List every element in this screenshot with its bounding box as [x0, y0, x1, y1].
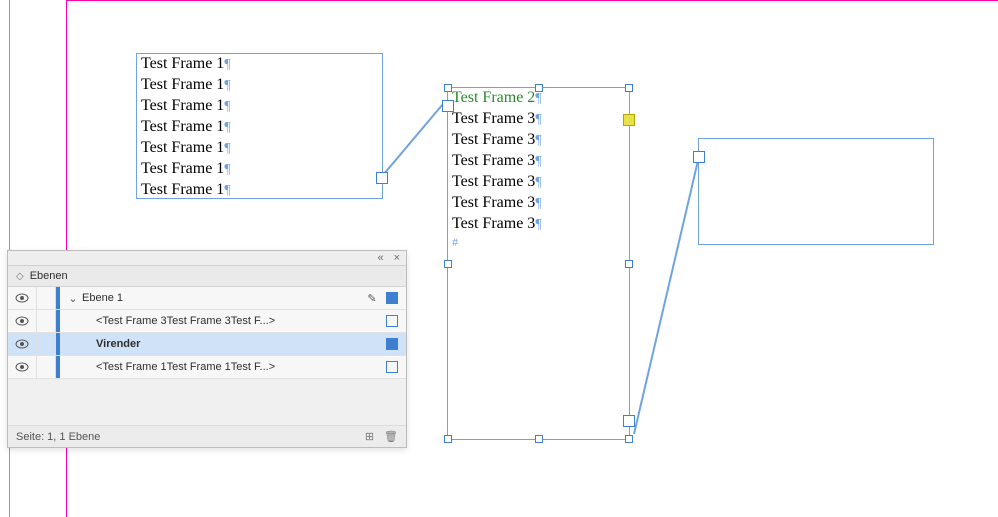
delete-layer-button[interactable]: 🗑 — [384, 430, 398, 443]
pilcrow-icon: ¶ — [535, 154, 541, 169]
panel-footer-status: Seite: 1, 1 Ebene — [16, 431, 100, 443]
pilcrow-icon: ¶ — [224, 183, 230, 198]
frame2-line: Test Frame 3¶ — [448, 172, 629, 193]
layer-color-swatch — [56, 356, 60, 378]
layer-row-ebene-1[interactable]: ⌄ Ebene 1 ✎ — [8, 287, 406, 310]
panel-footer: Seite: 1, 1 Ebene ⊞ 🗑 — [8, 426, 406, 447]
out-port-overset-icon[interactable] — [623, 114, 635, 126]
frame2-line: Test Frame 3¶ — [448, 214, 629, 235]
visibility-toggle[interactable] — [8, 287, 37, 309]
layer-item-row[interactable]: <Test Frame 1Test Frame 1Test F...> — [8, 356, 406, 379]
selection-handle[interactable] — [535, 84, 543, 92]
layer-item-name[interactable]: <Test Frame 3Test Frame 3Test F...> — [96, 315, 386, 327]
text-frame-3[interactable] — [698, 138, 934, 245]
layer-color-swatch — [56, 287, 60, 309]
frame1-line: Test Frame 1¶ — [137, 96, 382, 117]
frame1-line: Test Frame 1¶ — [137, 117, 382, 138]
lock-toggle[interactable] — [37, 310, 56, 332]
lock-toggle[interactable] — [37, 287, 56, 309]
lock-toggle[interactable] — [37, 333, 56, 355]
frame2-line: Test Frame 3¶ — [448, 130, 629, 151]
pilcrow-icon: ¶ — [535, 175, 541, 190]
pilcrow-icon: ¶ — [224, 78, 230, 93]
out-port-icon[interactable] — [623, 415, 635, 427]
layers-panel[interactable]: « × ◇ Ebenen ⌄ Ebene 1 ✎ <Test Frame 3Te… — [7, 250, 407, 448]
selection-proxy-icon[interactable] — [386, 315, 398, 327]
layer-color-swatch — [56, 333, 60, 355]
close-icon[interactable]: × — [394, 252, 400, 264]
text-frame-1[interactable]: Test Frame 1¶ Test Frame 1¶ Test Frame 1… — [136, 53, 383, 199]
in-port-icon[interactable] — [693, 151, 705, 163]
panel-tab-ebenen[interactable]: ◇ Ebenen — [8, 266, 406, 287]
layer-item-name[interactable]: <Test Frame 1Test Frame 1Test F...> — [96, 361, 386, 373]
frame1-line: Test Frame 1¶ — [137, 75, 382, 96]
lock-toggle[interactable] — [37, 356, 56, 378]
pilcrow-icon: ¶ — [535, 217, 541, 232]
layer-item-row-selected[interactable]: Virender — [8, 333, 406, 356]
selection-proxy-icon[interactable] — [386, 361, 398, 373]
pilcrow-icon: ¶ — [224, 57, 230, 72]
selection-handle[interactable] — [625, 84, 633, 92]
in-port-icon[interactable] — [442, 100, 454, 112]
pilcrow-icon: ¶ — [224, 141, 230, 156]
selection-handle[interactable] — [535, 435, 543, 443]
text-frame-2-selected[interactable]: Test Frame 2¶ Test Frame 3¶ Test Frame 3… — [447, 87, 630, 440]
frame1-line: Test Frame 1¶ — [137, 138, 382, 159]
selection-proxy-icon[interactable] — [386, 292, 398, 304]
visibility-toggle[interactable] — [8, 310, 37, 332]
visibility-toggle[interactable] — [8, 333, 37, 355]
layer-item-row[interactable]: <Test Frame 3Test Frame 3Test F...> — [8, 310, 406, 333]
selection-handle[interactable] — [444, 84, 452, 92]
disclosure-down-icon[interactable]: ⌄ — [68, 292, 78, 305]
panel-header-bar[interactable]: « × — [8, 251, 406, 266]
frame2-line: Test Frame 3¶ — [448, 151, 629, 172]
selection-handle[interactable] — [625, 260, 633, 268]
pilcrow-icon: ¶ — [535, 112, 541, 127]
pilcrow-icon: ¶ — [224, 162, 230, 177]
pilcrow-icon: ¶ — [535, 91, 541, 106]
pilcrow-icon: ¶ — [224, 99, 230, 114]
panel-empty-area — [8, 379, 406, 426]
frame1-line: Test Frame 1¶ — [137, 159, 382, 180]
visibility-toggle[interactable] — [8, 356, 37, 378]
panel-title: Ebenen — [30, 270, 68, 282]
frame1-line: Test Frame 1¶ — [137, 54, 382, 75]
frame1-line: Test Frame 1¶ — [137, 180, 382, 201]
pilcrow-icon: ¶ — [535, 196, 541, 211]
pen-target-icon[interactable]: ✎ — [366, 292, 378, 304]
new-layer-button[interactable]: ⊞ — [365, 430, 374, 443]
end-of-story-icon: # — [448, 235, 629, 250]
frame2-line: Test Frame 3¶ — [448, 193, 629, 214]
selection-handle[interactable] — [625, 435, 633, 443]
layer-color-swatch — [56, 310, 60, 332]
out-port-icon[interactable] — [376, 172, 388, 184]
frame2-line: Test Frame 3¶ — [448, 109, 629, 130]
selection-proxy-icon[interactable] — [386, 338, 398, 350]
layer-item-name[interactable]: Virender — [96, 338, 386, 350]
collapse-icon[interactable]: « — [377, 252, 383, 264]
pilcrow-icon: ¶ — [224, 120, 230, 135]
selection-handle[interactable] — [444, 260, 452, 268]
pilcrow-icon: ¶ — [535, 133, 541, 148]
layer-name[interactable]: Ebene 1 — [82, 292, 366, 304]
panel-updown-icon[interactable]: ◇ — [16, 271, 24, 282]
selection-handle[interactable] — [444, 435, 452, 443]
